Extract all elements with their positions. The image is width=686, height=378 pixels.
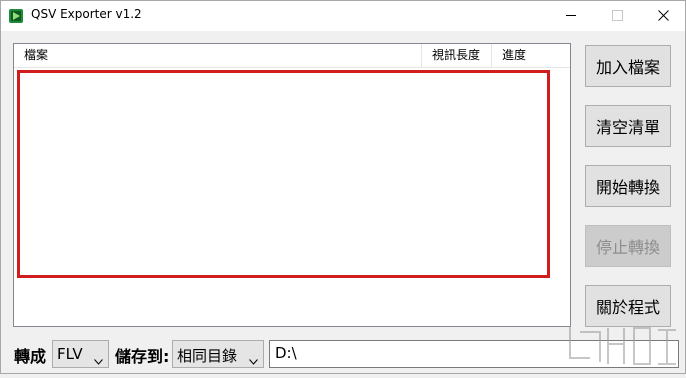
maximize-icon (611, 10, 623, 21)
chevron-down-icon (249, 351, 258, 369)
chevron-down-icon (94, 351, 103, 369)
stop-convert-label: 停止轉換 (595, 238, 660, 257)
window-title: QSV Exporter v1.2 (31, 7, 142, 21)
close-icon (657, 10, 669, 21)
maximize-button (594, 0, 640, 31)
about-label: 關於程式 (595, 298, 660, 317)
save-location-value: 相同目錄 (177, 347, 238, 365)
minimize-icon (565, 10, 577, 21)
save-location-select[interactable]: 相同目錄 (172, 340, 264, 368)
minimize-button[interactable] (548, 0, 594, 31)
stop-convert-button: 停止轉換 (585, 225, 671, 267)
start-convert-label: 開始轉換 (595, 178, 660, 197)
column-header-duration-label: 視訊長度 (432, 48, 481, 62)
title-bar: QSV Exporter v1.2 (0, 0, 686, 31)
column-header-file[interactable]: 檔案 (14, 44, 422, 67)
column-header-progress[interactable]: 進度 (492, 44, 570, 67)
convert-to-label: 轉成 (14, 347, 47, 366)
output-path-field[interactable]: D:\ (269, 340, 679, 368)
add-file-label: 加入檔案 (595, 58, 660, 77)
highlight-annotation (17, 70, 550, 278)
clear-list-button[interactable]: 清空清單 (585, 105, 671, 147)
about-button[interactable]: 關於程式 (585, 285, 671, 327)
start-convert-button[interactable]: 開始轉換 (585, 165, 671, 207)
column-header-duration[interactable]: 視訊長度 (422, 44, 492, 67)
file-list[interactable]: 檔案 視訊長度 進度 (13, 43, 571, 327)
list-header: 檔案 視訊長度 進度 (14, 44, 570, 68)
column-header-file-label: 檔案 (24, 48, 49, 62)
format-select[interactable]: FLV (52, 340, 109, 368)
output-path-value: D:\ (275, 344, 297, 362)
format-select-value: FLV (57, 345, 83, 363)
close-button[interactable] (640, 0, 686, 31)
column-header-progress-label: 進度 (502, 48, 527, 62)
clear-list-label: 清空清單 (595, 118, 660, 137)
save-to-label: 儲存到: (115, 347, 170, 366)
app-icon (8, 8, 24, 24)
add-file-button[interactable]: 加入檔案 (585, 45, 671, 87)
